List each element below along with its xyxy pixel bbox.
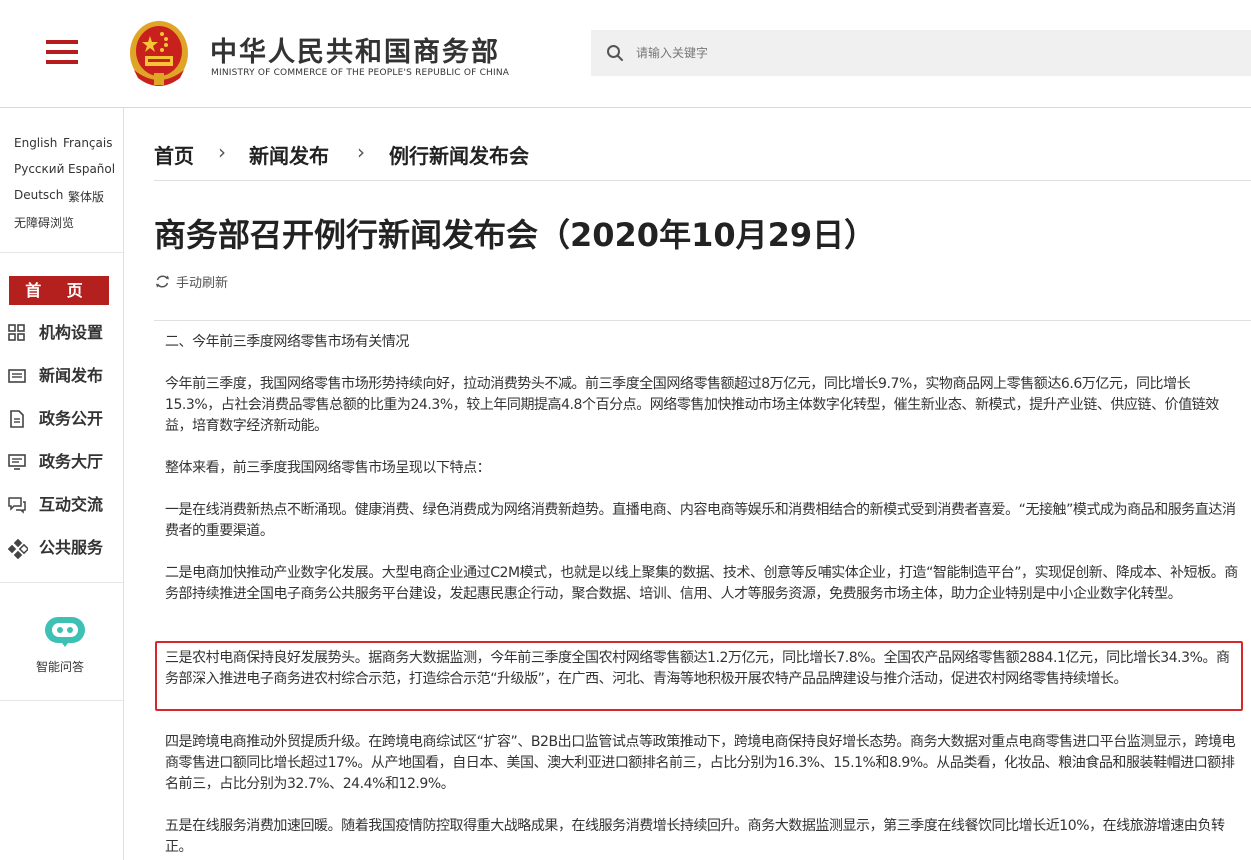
sidebar: English Français Русский Español Deutsch…: [0, 108, 124, 860]
article-paragraph: 二、今年前三季度网络零售市场有关情况: [165, 334, 409, 350]
sidebar-item-label: 新闻发布: [39, 366, 104, 385]
breadcrumb-press-conference[interactable]: 例行新闻发布会: [389, 140, 529, 169]
refresh-icon: [156, 275, 169, 288]
sidebar-item-label: 机构设置: [39, 323, 104, 342]
sidebar-item-label: 公共服务: [39, 538, 104, 557]
robot-assistant-icon[interactable]: [42, 614, 88, 648]
lang-traditional-chinese[interactable]: 繁体版: [68, 188, 104, 205]
refresh-label: 手动刷新: [176, 276, 229, 291]
sidebar-item-organization[interactable]: 机构设置: [8, 321, 120, 345]
site-logo-title[interactable]: 中华人民共和国商务部: [210, 30, 500, 69]
sidebar-item-public-service[interactable]: 公共服务: [8, 536, 120, 560]
article-paragraph: 五是在线服务消费加速回暖。随着我国疫情防控取得重大战略成果，在线服务消费增长持续…: [165, 818, 1225, 855]
breadcrumb-separator: ›: [218, 140, 226, 164]
chat-icon: [8, 497, 26, 514]
search-input[interactable]: [636, 30, 1236, 76]
document-icon: [10, 410, 24, 428]
accessibility-link[interactable]: 无障碍浏览: [14, 214, 74, 231]
content-divider: [154, 320, 1251, 321]
grid-icon: [8, 324, 25, 341]
sidebar-item-public-affairs[interactable]: 政务公开: [8, 407, 120, 431]
sidebar-item-interaction[interactable]: 互动交流: [8, 493, 120, 517]
article-paragraph: 今年前三季度，我国网络零售市场形势持续向好，拉动消费势头不减。前三季度全国网络零…: [165, 376, 1219, 434]
smart-qa-link[interactable]: 智能问答: [36, 658, 84, 675]
site-logo-subtitle: MINISTRY OF COMMERCE OF THE PEOPLE'S REP…: [211, 68, 510, 78]
sidebar-divider: [0, 700, 123, 701]
article-paragraph-highlighted: 三是农村电商保持良好发展势头。据商务大数据监测，今年前三季度全国农村网络零售额达…: [165, 650, 1230, 687]
search-icon[interactable]: [606, 44, 624, 62]
breadcrumb-home[interactable]: 首页: [154, 140, 194, 169]
sidebar-item-label: 政务公开: [39, 409, 104, 428]
sidebar-divider: [0, 252, 123, 253]
article-title: 商务部召开例行新闻发布会（2020年10月29日）: [154, 216, 877, 254]
lang-english[interactable]: English: [14, 136, 57, 150]
article-paragraph: 一是在线消费新热点不断涌现。健康消费、绿色消费成为网络消费新趋势。直播电商、内容…: [165, 502, 1236, 539]
header: 中华人民共和国商务部 MINISTRY OF COMMERCE OF THE P…: [0, 0, 1251, 108]
newspaper-icon: [8, 369, 26, 383]
diamond-services-icon: [8, 539, 28, 559]
breadcrumb-divider: [154, 180, 1251, 181]
sidebar-item-label: 政务大厅: [39, 452, 104, 471]
sidebar-home-button[interactable]: 首 页: [9, 276, 109, 305]
article-paragraph: 二是电商加快推动产业数字化发展。大型电商企业通过C2M模式，也就是以线上聚集的数…: [165, 565, 1238, 602]
menu-icon[interactable]: [46, 40, 80, 66]
sidebar-divider: [0, 582, 123, 583]
monitor-icon: [8, 454, 26, 470]
sidebar-item-news[interactable]: 新闻发布: [8, 364, 120, 388]
breadcrumb-separator: ›: [357, 140, 365, 164]
sidebar-item-service-hall[interactable]: 政务大厅: [8, 450, 120, 474]
national-emblem-icon[interactable]: [128, 18, 190, 88]
article-paragraph: 整体来看，前三季度我国网络零售市场呈现以下特点：: [165, 460, 491, 476]
lang-german[interactable]: Deutsch: [14, 188, 63, 202]
lang-french[interactable]: Français: [63, 136, 112, 150]
lang-spanish[interactable]: Español: [68, 162, 115, 176]
breadcrumb-news[interactable]: 新闻发布: [249, 140, 329, 169]
sidebar-item-label: 互动交流: [39, 495, 104, 514]
article-paragraph: 四是跨境电商推动外贸提质升级。在跨境电商综试区“扩容”、B2B出口监管试点等政策…: [165, 734, 1236, 792]
lang-russian[interactable]: Русский: [14, 162, 64, 176]
